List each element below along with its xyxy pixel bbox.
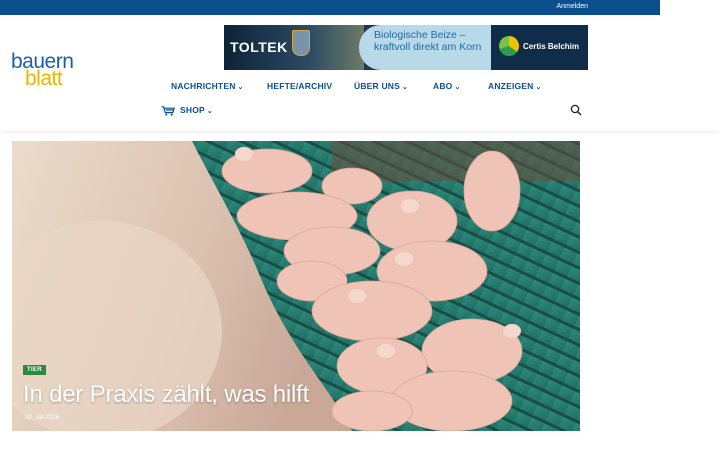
banner-tagline: Biologische Beize – kraftvoll direkt am … — [374, 29, 482, 53]
article-title[interactable]: In der Praxis zählt, was hilft — [23, 381, 309, 409]
banner-brand: TOLTEK — [230, 39, 288, 55]
advertisement-banner[interactable]: TOLTEK Biologische Beize – kraftvoll dir… — [224, 25, 588, 70]
chevron-down-icon: ⌄ — [237, 84, 244, 91]
chevron-down-icon: ⌄ — [535, 84, 542, 91]
shield-icon — [292, 30, 310, 56]
nav-item-label: SHOP — [180, 105, 205, 115]
certis-logo-icon — [499, 36, 519, 56]
chevron-down-icon: ⌄ — [402, 84, 409, 91]
nav-item-shop[interactable]: SHOP ⌄ — [161, 105, 213, 116]
chevron-down-icon: ⌄ — [206, 108, 213, 115]
banner-partner: Certis Belchim — [523, 42, 580, 51]
category-badge[interactable]: TIER — [23, 365, 46, 375]
login-link[interactable]: Anmelden — [556, 3, 588, 10]
nav-item-label: ABO — [433, 81, 453, 91]
nav-item-hefte-archiv[interactable]: HEFTE/ARCHIV — [267, 81, 332, 91]
nav-item-nachrichten[interactable]: NACHRICHTEN ⌄ — [171, 81, 244, 91]
top-bar: Anmelden — [0, 0, 660, 15]
main-navigation: NACHRICHTEN ⌄ HEFTE/ARCHIV ÜBER UNS ⌄ ABO ⌄… — [0, 81, 720, 131]
nav-item-label: NACHRICHTEN — [171, 81, 236, 91]
search-icon[interactable] — [570, 103, 582, 116]
site-header: bauern blatt TOLTEK Biologische Beize – … — [0, 15, 720, 131]
nav-item-label: ANZEIGEN — [488, 81, 534, 91]
chevron-down-icon: ⌄ — [454, 84, 461, 91]
nav-item-ueber-uns[interactable]: ÜBER UNS ⌄ — [354, 81, 408, 91]
cart-icon — [161, 106, 175, 116]
featured-article[interactable]: TIER In der Praxis zählt, was hilft 30. … — [12, 141, 580, 431]
nav-item-anzeigen[interactable]: ANZEIGEN ⌄ — [488, 81, 542, 91]
nav-item-label: HEFTE/ARCHIV — [267, 81, 333, 91]
nav-item-label: ÜBER UNS — [354, 81, 400, 91]
article-date: 30. Juli 2026 — [25, 415, 60, 421]
nav-item-abo[interactable]: ABO ⌄ — [433, 81, 461, 91]
